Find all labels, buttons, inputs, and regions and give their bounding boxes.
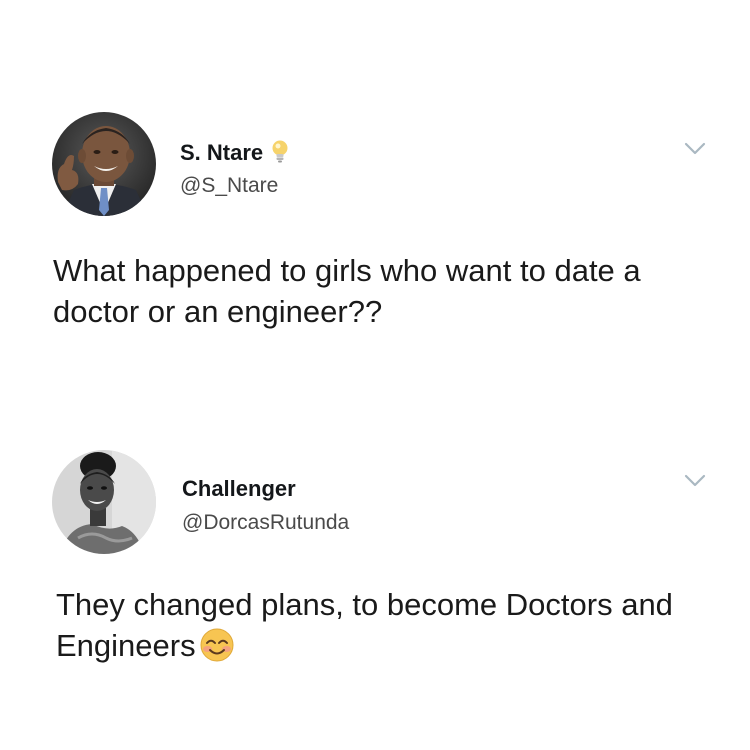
avatar-photo: [52, 450, 156, 554]
chevron-down-icon[interactable]: [684, 474, 706, 488]
tweet-text: They changed plans, to become Doctors an…: [56, 584, 716, 667]
smiling-face-with-smiling-eyes-icon: [198, 626, 236, 664]
tweet-text: What happened to girls who want to date …: [53, 253, 641, 329]
display-name[interactable]: S. Ntare: [180, 140, 289, 167]
avatar[interactable]: [52, 450, 156, 554]
display-name-text[interactable]: S. Ntare: [180, 140, 263, 165]
handle[interactable]: @S_Ntare: [180, 174, 278, 198]
chevron-down-icon[interactable]: [684, 142, 706, 156]
lightbulb-icon: [271, 139, 289, 165]
display-name[interactable]: Challenger: [182, 476, 296, 502]
handle[interactable]: @DorcasRutunda: [182, 511, 349, 535]
tweet-text-content: They changed plans, to become Doctors an…: [56, 587, 673, 663]
avatar[interactable]: [52, 112, 156, 216]
avatar-photo: [52, 112, 156, 216]
